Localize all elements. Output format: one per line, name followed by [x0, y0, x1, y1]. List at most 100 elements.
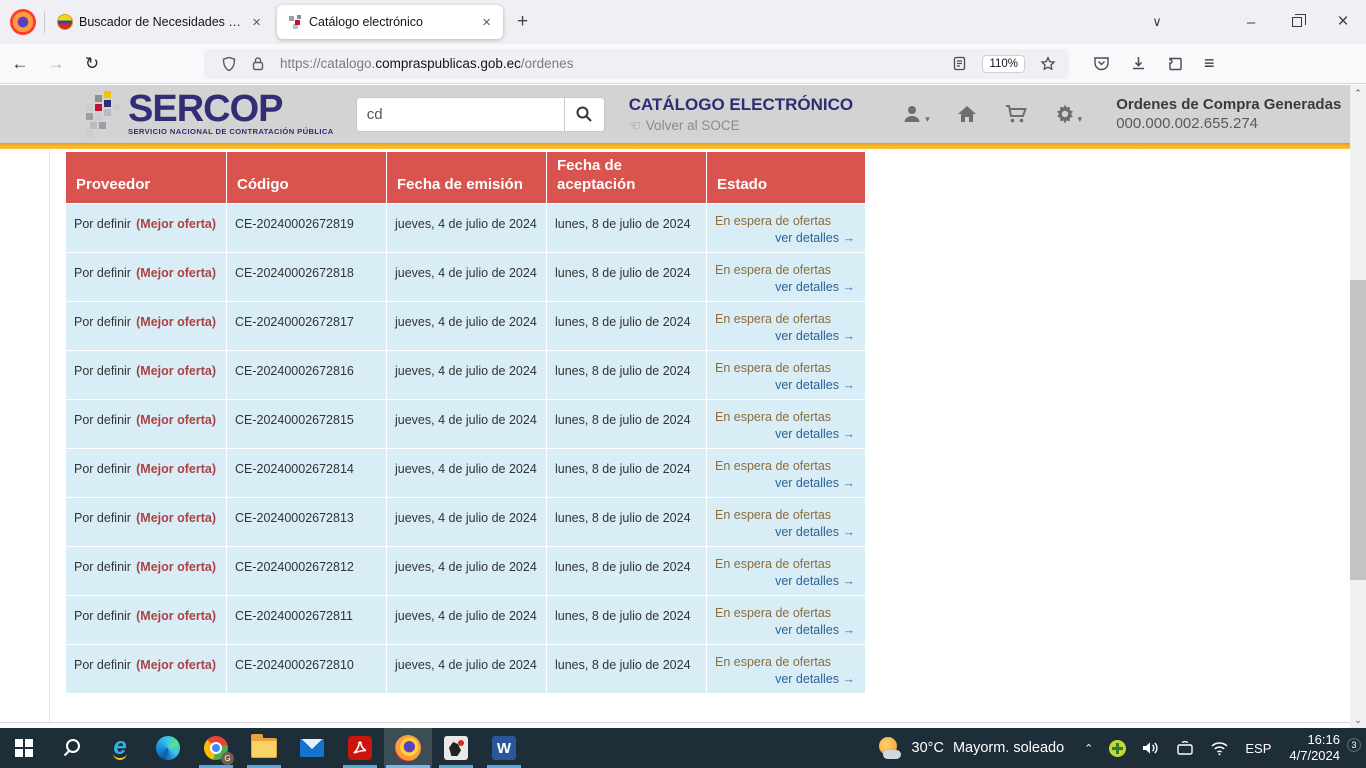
zoom-level[interactable]: 110% — [982, 55, 1025, 73]
search-input[interactable] — [356, 97, 564, 132]
ver-detalles-link[interactable]: ver detalles → — [715, 574, 857, 589]
pocket-icon[interactable] — [1093, 55, 1110, 72]
status-cell: En espera de ofertas ver detalles → — [707, 400, 865, 448]
firefox-button[interactable] — [384, 728, 432, 768]
acceptance-date-cell: lunes, 8 de julio de 2024 — [547, 204, 706, 252]
home-button[interactable] — [956, 103, 978, 125]
tab-buscador-necesidades[interactable]: Buscador de Necesidades de Co × — [47, 5, 273, 39]
taskbar-search-button[interactable] — [48, 728, 96, 768]
back-hand-icon: ☜ — [629, 118, 641, 134]
best-offer-label: (Mejor oferta) — [136, 560, 216, 595]
provider-text: Por definir — [74, 217, 131, 252]
chrome-button[interactable]: G — [192, 728, 240, 768]
acceptance-date-cell: lunes, 8 de julio de 2024 — [547, 449, 706, 497]
best-offer-label: (Mejor oferta) — [136, 462, 216, 497]
ver-detalles-link[interactable]: ver detalles → — [715, 280, 857, 295]
best-offer-label: (Mejor oferta) — [136, 364, 216, 399]
close-tab-icon[interactable]: × — [248, 14, 265, 31]
java-app-button[interactable] — [432, 728, 480, 768]
edge-button[interactable] — [144, 728, 192, 768]
arrow-right-icon: → — [843, 329, 856, 343]
provider-cell: Por definir (Mejor oferta) — [66, 596, 226, 644]
acceptance-date-cell: lunes, 8 de julio de 2024 — [547, 400, 706, 448]
sercop-wordmark: SERCOP — [128, 92, 334, 126]
ver-detalles-link[interactable]: ver detalles → — [715, 672, 857, 687]
extensions-icon[interactable] — [1167, 55, 1184, 72]
reader-mode-icon[interactable] — [952, 56, 967, 71]
reload-icon[interactable]: ↻ — [76, 49, 108, 79]
search-button[interactable] — [564, 97, 605, 132]
acrobat-button[interactable] — [336, 728, 384, 768]
downloads-icon[interactable] — [1130, 55, 1147, 72]
ver-detalles-link[interactable]: ver detalles → — [715, 378, 857, 393]
provider-text: Por definir — [74, 364, 131, 399]
status-cell: En espera de ofertas ver detalles → — [707, 645, 865, 693]
close-tab-icon[interactable]: × — [478, 14, 495, 31]
ver-detalles-link[interactable]: ver detalles → — [715, 329, 857, 344]
acceptance-date-cell: lunes, 8 de julio de 2024 — [547, 351, 706, 399]
arrow-right-icon: → — [843, 280, 856, 294]
best-offer-label: (Mejor oferta) — [136, 266, 216, 301]
close-window-button[interactable]: × — [1320, 0, 1366, 44]
menu-icon[interactable]: ≡ — [1204, 53, 1215, 74]
clock[interactable]: 16:16 4/7/2024 — [1289, 732, 1340, 764]
ver-detalles-link[interactable]: ver detalles → — [715, 525, 857, 540]
volver-al-soce-link[interactable]: ☜Volver al SOCE — [629, 118, 853, 134]
status-cell: En espera de ofertas ver detalles → — [707, 204, 865, 252]
minimize-button[interactable]: – — [1228, 0, 1274, 44]
back-icon[interactable]: ← — [4, 49, 36, 79]
ver-detalles-link[interactable]: ver detalles → — [715, 476, 857, 491]
word-button[interactable]: W — [480, 728, 528, 768]
acceptance-date-cell: lunes, 8 de julio de 2024 — [547, 302, 706, 350]
page-content: SERCOP SERVICIO NACIONAL DE CONTRATACIÓN… — [0, 85, 1350, 728]
arrow-right-icon: → — [843, 525, 856, 539]
scrollbar-thumb[interactable] — [1350, 280, 1366, 580]
acceptance-date-cell: lunes, 8 de julio de 2024 — [547, 596, 706, 644]
window-controls: ∨ – × — [1134, 0, 1366, 44]
code-cell: CE-20240002672816 — [227, 351, 386, 399]
wireless-display-icon[interactable] — [1176, 740, 1194, 756]
toolbar-right-buttons: ≡ — [1083, 53, 1225, 74]
antivirus-tray-icon[interactable] — [1109, 740, 1126, 757]
forward-icon[interactable]: → — [40, 49, 72, 79]
lock-icon[interactable] — [251, 56, 265, 71]
ver-detalles-link[interactable]: ver detalles → — [715, 231, 857, 246]
user-menu[interactable]: ▾ — [901, 103, 930, 125]
table-body: Por definir (Mejor oferta) CE-2024000267… — [66, 204, 865, 693]
best-offer-label: (Mejor oferta) — [136, 217, 216, 252]
start-button[interactable] — [0, 728, 48, 768]
restore-button[interactable] — [1274, 0, 1320, 44]
firefox-view-icon[interactable] — [10, 9, 36, 35]
mail-button[interactable] — [288, 728, 336, 768]
vertical-scrollbar[interactable]: ⌃ ⌄ — [1350, 85, 1366, 728]
scroll-down-icon[interactable]: ⌄ — [1350, 712, 1366, 728]
ver-detalles-link[interactable]: ver detalles → — [715, 427, 857, 442]
file-explorer-button[interactable] — [240, 728, 288, 768]
cart-button[interactable] — [1004, 103, 1028, 125]
ver-detalles-link[interactable]: ver detalles → — [715, 623, 857, 638]
sercop-logo[interactable]: SERCOP SERVICIO NACIONAL DE CONTRATACIÓN… — [86, 91, 334, 137]
tracking-shield-icon[interactable] — [221, 56, 237, 72]
list-all-tabs-icon[interactable]: ∨ — [1134, 0, 1180, 44]
page-title: CATÁLOGO ELECTRÓNICO — [629, 95, 853, 115]
arrow-right-icon: → — [843, 574, 856, 588]
internet-explorer-button[interactable]: e — [96, 728, 144, 768]
weather-icon — [877, 737, 903, 759]
new-tab-button[interactable]: + — [505, 9, 540, 35]
tray-chevron-up-icon[interactable]: ⌃ — [1084, 742, 1093, 755]
search-icon — [575, 105, 593, 123]
scroll-up-icon[interactable]: ⌃ — [1350, 85, 1366, 101]
weather-widget[interactable]: 30°C Mayorm. soleado — [865, 728, 1077, 768]
emission-date-cell: jueves, 4 de julio de 2024 — [387, 302, 546, 350]
notification-badge: 3 — [1347, 738, 1361, 752]
provider-cell: Por definir (Mejor oferta) — [66, 351, 226, 399]
status-cell: En espera de ofertas ver detalles → — [707, 547, 865, 595]
tab-catalogo-electronico[interactable]: Catálogo electrónico × — [277, 5, 503, 39]
volume-icon[interactable] — [1142, 740, 1160, 756]
settings-menu[interactable]: ▾ — [1054, 103, 1083, 125]
language-indicator[interactable]: ESP — [1245, 741, 1271, 756]
wifi-icon[interactable] — [1210, 741, 1229, 756]
table-row: Por definir (Mejor oferta) CE-2024000267… — [66, 400, 865, 448]
url-bar[interactable]: https://catalogo.compraspublicas.gob.ec/… — [204, 49, 1069, 79]
bookmark-star-icon[interactable] — [1040, 56, 1056, 72]
